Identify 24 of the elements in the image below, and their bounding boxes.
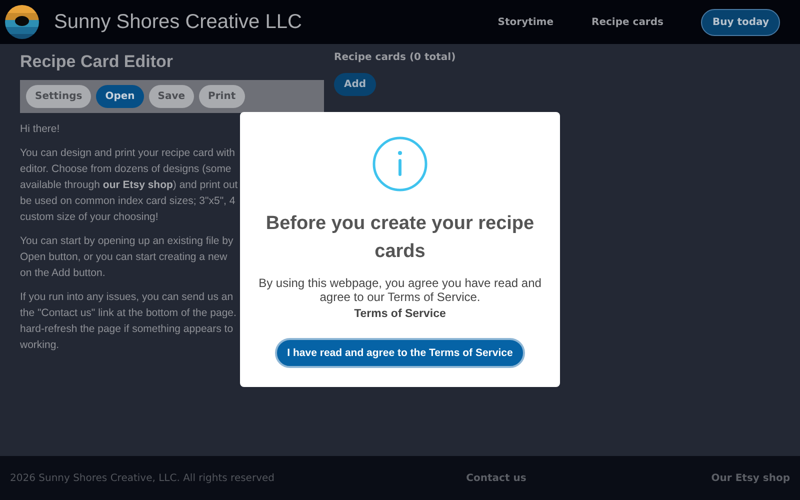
nav-link[interactable]: Storytime — [498, 16, 554, 28]
dialog-title: Before you create your recipe cards — [265, 212, 535, 264]
page-title: Recipe Card Editor — [20, 52, 174, 72]
toolbar-button[interactable]: Open — [96, 85, 144, 108]
intro-paragraph: You can design and print your recipe card with editor. Choose from dozens of designs (some available through our Etsy shop) and print out be used on common index card sizes; 3"x5", 4 custom size of your choosing! — [20, 146, 238, 225]
copyright-text: 2026 Sunny Shores Creative, LLC. All rights reserved — [10, 472, 276, 484]
nav-link[interactable]: Recipe cards — [592, 16, 664, 28]
intro-paragraph: If you run into any issues, you can send us an the "Contact us" link at the bottom of the page. hard-refresh the page if something appears to working. — [20, 290, 238, 353]
dialog-text: By using this webpage, you agree you have read and agree to our Terms of Service. — [258, 276, 542, 304]
brand-name: Sunny Shores Creative LLC — [54, 10, 303, 34]
info-icon — [372, 136, 428, 192]
toolbar-button[interactable]: Settings — [26, 85, 92, 108]
buy-button[interactable]: Buy today — [701, 8, 780, 36]
cards-heading: Recipe cards (0 total) — [334, 52, 456, 63]
intro-paragraph: You can start by opening up an existing file by Open button, or you can start creating a new on the Add button. — [20, 234, 234, 281]
footer-link[interactable]: Contact us — [466, 472, 526, 484]
footer-link[interactable]: Our Etsy shop — [711, 472, 790, 484]
agree-button[interactable]: I have read and agree to the Terms of Service — [275, 338, 525, 368]
terms-link[interactable]: Terms of Service — [354, 308, 446, 320]
intro-paragraph: Hi there! — [20, 122, 61, 137]
toolbar-button[interactable]: Print — [199, 85, 245, 108]
add-button[interactable]: Add — [334, 73, 376, 96]
toolbar-button[interactable]: Save — [148, 85, 194, 108]
logo-icon — [4, 4, 40, 40]
